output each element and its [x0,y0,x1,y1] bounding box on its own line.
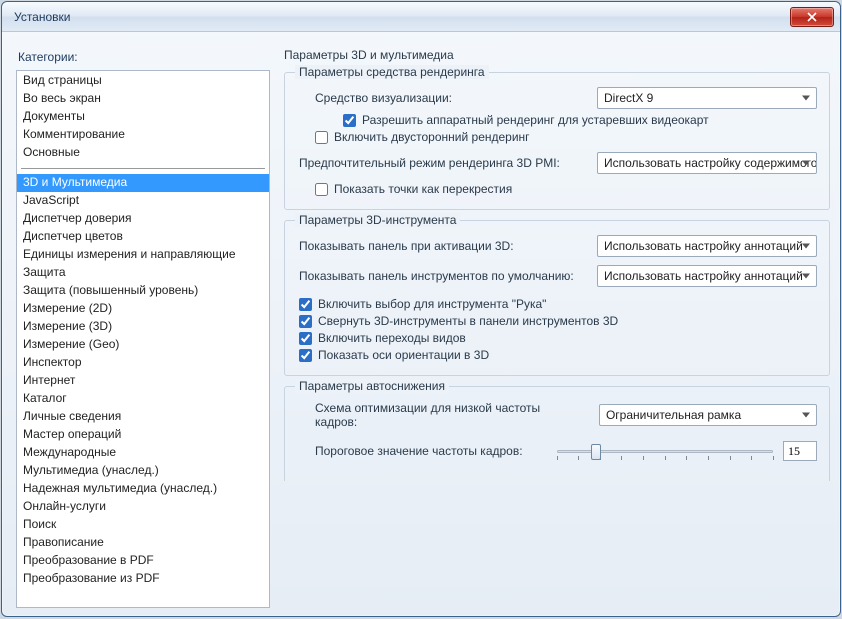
category-item[interactable]: Онлайн-услуги [17,498,269,516]
categories-list[interactable]: Вид страницыВо весь экранДокументыКоммен… [16,70,270,608]
category-item[interactable]: Измерение (Geo) [17,336,269,354]
group-auto-degrade: Параметры автоснижения Схема оптимизации… [284,386,830,481]
page-title: Параметры 3D и мультимедиа [284,48,830,62]
category-item[interactable]: Документы [17,108,269,126]
scheme-label: Схема оптимизации для низкой частоты кад… [315,401,583,429]
category-item[interactable]: Мастер операций [17,426,269,444]
panel-on-activate-select[interactable]: Использовать настройку аннотаций [597,235,817,257]
preferences-window: Установки Категории: Вид страницыВо весь… [1,1,841,617]
vis-select[interactable]: DirectX 9 [597,87,817,109]
scheme-select[interactable]: Ограничительная рамка [599,404,817,426]
window-title: Установки [14,10,790,24]
default-panel-label: Показывать панель инструментов по умолча… [299,269,574,283]
category-item[interactable]: Измерение (3D) [17,318,269,336]
panel-on-activate-label: Показывать панель при активации 3D: [299,239,514,253]
category-item[interactable]: Защита (повышенный уровень) [17,282,269,300]
category-item[interactable]: Правописание [17,534,269,552]
transitions-checkbox[interactable]: Включить переходы видов [299,331,817,345]
category-item[interactable]: Измерение (2D) [17,300,269,318]
close-button[interactable] [790,7,834,27]
category-item[interactable]: Основные [17,144,269,162]
collapse-3d-checkbox[interactable]: Свернуть 3D-инструменты в панели инструм… [299,314,817,328]
pmi-select[interactable]: Использовать настройку содержимого [597,152,817,174]
crosshair-checkbox[interactable]: Показать точки как перекрестия [315,182,817,196]
settings-panel: Параметры 3D и мультимедиа Параметры сре… [284,44,830,608]
vis-label: Средство визуализации: [315,91,452,105]
category-item[interactable]: Мультимедиа (унаслед.) [17,462,269,480]
category-item[interactable]: 3D и Мультимедиа [17,174,269,192]
category-item[interactable]: Диспетчер доверия [17,210,269,228]
category-item[interactable]: Преобразование в PDF [17,552,269,570]
group-3d-tool-title: Параметры 3D-инструмента [295,213,460,227]
category-item[interactable]: Единицы измерения и направляющие [17,246,269,264]
category-item[interactable]: Диспетчер цветов [17,228,269,246]
axes-checkbox[interactable]: Показать оси ориентации в 3D [299,348,817,362]
category-item[interactable]: Каталог [17,390,269,408]
category-item[interactable]: Поиск [17,516,269,534]
close-icon [807,12,817,22]
category-separator [21,168,265,169]
threshold-label: Пороговое значение частоты кадров: [315,444,523,458]
hand-select-checkbox[interactable]: Включить выбор для инструмента "Рука" [299,297,817,311]
categories-panel: Категории: Вид страницыВо весь экранДоку… [16,44,270,608]
category-item[interactable]: Комментирование [17,126,269,144]
pmi-label: Предпочтительный режим рендеринга 3D PMI… [299,156,560,170]
category-item[interactable]: Личные сведения [17,408,269,426]
group-rendering-title: Параметры средства рендеринга [295,65,489,79]
categories-label: Категории: [18,50,268,64]
threshold-slider[interactable] [557,442,773,460]
category-item[interactable]: Интернет [17,372,269,390]
default-panel-select[interactable]: Использовать настройку аннотаций [597,265,817,287]
threshold-input[interactable] [783,441,817,461]
category-item[interactable]: JavaScript [17,192,269,210]
category-item[interactable]: Международные [17,444,269,462]
double-sided-checkbox[interactable]: Включить двусторонний рендеринг [315,130,817,144]
category-item[interactable]: Вид страницы [17,72,269,90]
titlebar: Установки [2,2,840,32]
group-auto-title: Параметры автоснижения [295,379,449,393]
allow-hw-checkbox[interactable]: Разрешить аппаратный рендеринг для устар… [343,113,817,127]
category-item[interactable]: Инспектор [17,354,269,372]
group-3d-tool: Параметры 3D-инструмента Показывать пане… [284,220,830,376]
category-item[interactable]: Во весь экран [17,90,269,108]
category-item[interactable]: Надежная мультимедиа (унаслед.) [17,480,269,498]
group-rendering: Параметры средства рендеринга Средство в… [284,72,830,210]
category-item[interactable]: Защита [17,264,269,282]
category-item[interactable]: Преобразование из PDF [17,570,269,588]
